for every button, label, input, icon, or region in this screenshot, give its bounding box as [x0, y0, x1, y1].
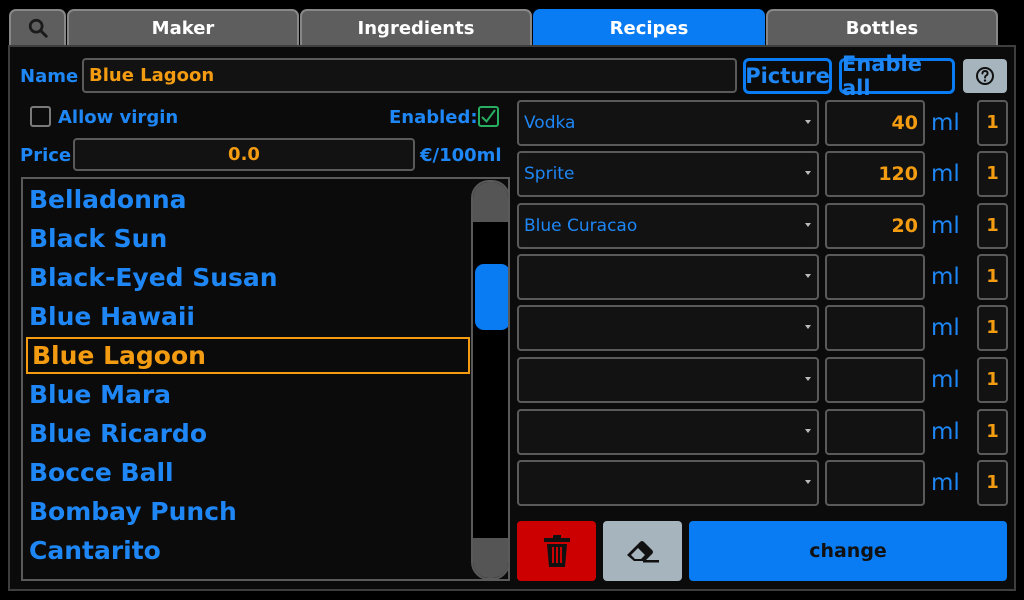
amount-input[interactable]: 20: [825, 203, 925, 249]
ingredient-name: Sprite: [524, 164, 575, 184]
chevron-down-icon: [805, 274, 811, 278]
list-item[interactable]: Blue Ricardo: [26, 415, 470, 452]
price-value: 0.0: [228, 144, 260, 165]
amount-input[interactable]: 40: [825, 100, 925, 146]
delete-button[interactable]: [517, 521, 596, 581]
ingredient-row: ml 1: [517, 357, 1008, 403]
chevron-down-icon: [805, 325, 811, 329]
unit-label: ml: [931, 470, 960, 496]
count-input[interactable]: 1: [977, 151, 1008, 197]
chevron-down-icon: [805, 171, 811, 175]
amount-input[interactable]: [825, 357, 925, 403]
unit-label: ml: [931, 110, 960, 136]
ingredient-row: ml 1: [517, 254, 1008, 300]
count-input[interactable]: 1: [977, 357, 1008, 403]
price-input[interactable]: 0.0: [73, 138, 415, 171]
ingredient-select[interactable]: Sprite: [517, 151, 819, 197]
unit-label: ml: [931, 161, 960, 187]
list-item[interactable]: Blue Mara: [26, 376, 470, 413]
scrollbar-top-cap: [473, 182, 508, 222]
ingredient-select[interactable]: Blue Curacao: [517, 203, 819, 249]
unit-label: ml: [931, 264, 960, 290]
list-item[interactable]: Belladonna: [26, 181, 470, 218]
amount-input[interactable]: [825, 460, 925, 506]
count-input[interactable]: 1: [977, 409, 1008, 455]
ingredient-row: Blue Curacao 20 ml 1: [517, 203, 1008, 249]
amount-input[interactable]: [825, 254, 925, 300]
tab-bar: Maker Ingredients Recipes Bottles: [0, 0, 1024, 46]
search-icon: [28, 18, 48, 38]
unit-label: ml: [931, 419, 960, 445]
chevron-down-icon: [805, 120, 811, 124]
allow-virgin-label: Allow virgin: [58, 107, 179, 128]
chevron-down-icon: [805, 429, 811, 433]
ingredient-row: ml 1: [517, 305, 1008, 351]
recipes-panel: Name Blue Lagoon Picture Enable all Allo…: [8, 45, 1016, 591]
list-item[interactable]: Black-Eyed Susan: [26, 259, 470, 296]
ingredient-row: Sprite 120 ml 1: [517, 151, 1008, 197]
eraser-icon: [626, 541, 659, 563]
help-button[interactable]: [963, 59, 1007, 93]
amount-input[interactable]: [825, 305, 925, 351]
count-input[interactable]: 1: [977, 203, 1008, 249]
allow-virgin-checkbox[interactable]: [30, 106, 51, 127]
scrollbar-thumb[interactable]: [475, 264, 508, 330]
ingredient-name: Blue Curacao: [524, 216, 638, 236]
price-unit-label: €/100ml: [420, 145, 502, 166]
enable-all-button[interactable]: Enable all: [839, 52, 955, 100]
tab-search[interactable]: [9, 9, 66, 45]
count-input[interactable]: 1: [977, 100, 1008, 146]
list-item-selected[interactable]: Blue Lagoon: [26, 337, 470, 374]
name-label: Name: [20, 66, 79, 87]
list-item[interactable]: Black Sun: [26, 220, 470, 257]
count-input[interactable]: 1: [977, 305, 1008, 351]
ingredient-row: ml 1: [517, 460, 1008, 506]
ingredient-row: Vodka 40 ml 1: [517, 100, 1008, 146]
count-input[interactable]: 1: [977, 254, 1008, 300]
amount-input[interactable]: 120: [825, 151, 925, 197]
list-item[interactable]: Bocce Ball: [26, 454, 470, 491]
enabled-checkbox[interactable]: [478, 106, 499, 127]
ingredient-row: ml 1: [517, 409, 1008, 455]
tab-ingredients[interactable]: Ingredients: [300, 9, 532, 45]
ingredient-select[interactable]: [517, 409, 819, 455]
scrollbar-bottom-cap: [473, 538, 508, 578]
trash-icon: [543, 535, 570, 567]
tab-recipes[interactable]: Recipes: [533, 9, 765, 45]
ingredient-name: Vodka: [524, 113, 576, 133]
amount-input[interactable]: [825, 409, 925, 455]
price-label: Price: [20, 145, 72, 166]
question-circle-icon: [976, 67, 994, 85]
chevron-down-icon: [805, 480, 811, 484]
tab-bottles[interactable]: Bottles: [766, 9, 998, 45]
unit-label: ml: [931, 213, 960, 239]
ingredient-select[interactable]: [517, 460, 819, 506]
checkmark-icon: [481, 109, 496, 124]
picture-button[interactable]: Picture: [743, 58, 832, 94]
unit-label: ml: [931, 315, 960, 341]
enabled-label: Enabled:: [389, 107, 478, 128]
chevron-down-icon: [805, 223, 811, 227]
recipe-list[interactable]: Belladonna Black Sun Black-Eyed Susan Bl…: [21, 177, 510, 581]
ingredient-select[interactable]: [517, 254, 819, 300]
recipe-list-scrollbar[interactable]: [471, 180, 508, 579]
ingredient-select[interactable]: [517, 357, 819, 403]
list-item[interactable]: Cantarito: [26, 532, 470, 569]
chevron-down-icon: [805, 377, 811, 381]
unit-label: ml: [931, 367, 960, 393]
list-item[interactable]: Bombay Punch: [26, 493, 470, 530]
name-value: Blue Lagoon: [89, 65, 215, 86]
ingredient-select[interactable]: Vodka: [517, 100, 819, 146]
list-item[interactable]: Blue Hawaii: [26, 298, 470, 335]
tab-maker[interactable]: Maker: [67, 9, 299, 45]
change-button[interactable]: change: [689, 521, 1007, 581]
count-input[interactable]: 1: [977, 460, 1008, 506]
name-input[interactable]: Blue Lagoon: [82, 58, 737, 93]
clear-button[interactable]: [603, 521, 682, 581]
ingredient-select[interactable]: [517, 305, 819, 351]
